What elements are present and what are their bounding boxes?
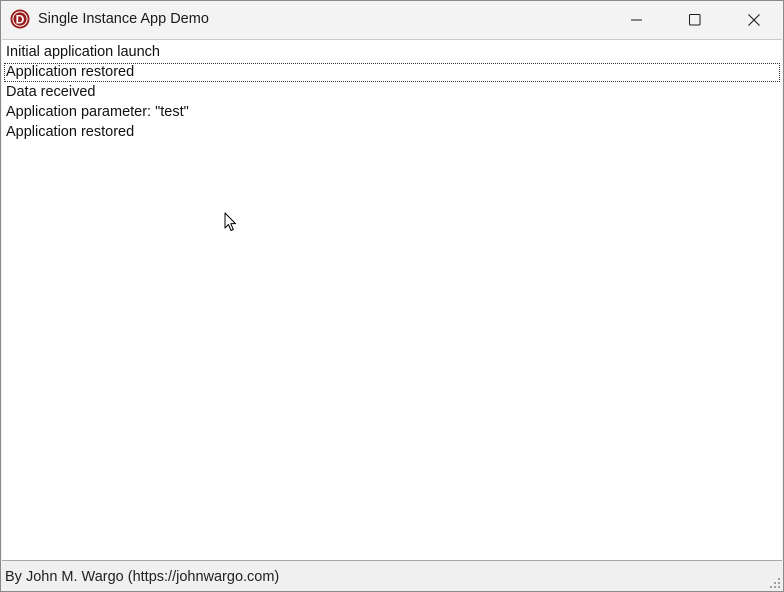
app-window: D Single Instance App Demo Initial appli… (0, 0, 784, 592)
maximize-button[interactable] (666, 1, 724, 39)
svg-text:D: D (16, 12, 25, 26)
close-icon (748, 14, 760, 26)
log-item[interactable]: Application restored (4, 63, 780, 82)
minimize-button[interactable] (608, 1, 666, 39)
maximize-icon (689, 14, 701, 26)
title-bar[interactable]: D Single Instance App Demo (1, 1, 783, 39)
mouse-cursor-icon (224, 212, 236, 231)
minimize-icon (631, 19, 642, 21)
close-button[interactable] (725, 1, 783, 39)
app-icon: D (10, 9, 30, 29)
window-title: Single Instance App Demo (38, 11, 209, 27)
log-item[interactable]: Initial application launch (4, 43, 780, 62)
log-item[interactable]: Data received (4, 83, 780, 102)
status-bar: By John M. Wargo (https://johnwargo.com) (1, 561, 783, 591)
resize-grip-icon[interactable] (769, 577, 781, 589)
status-text: By John M. Wargo (https://johnwargo.com) (5, 569, 280, 585)
log-item[interactable]: Application parameter: "test" (4, 103, 780, 122)
log-listbox[interactable]: Initial application launch Application r… (2, 39, 782, 561)
log-item[interactable]: Application restored (4, 123, 780, 142)
